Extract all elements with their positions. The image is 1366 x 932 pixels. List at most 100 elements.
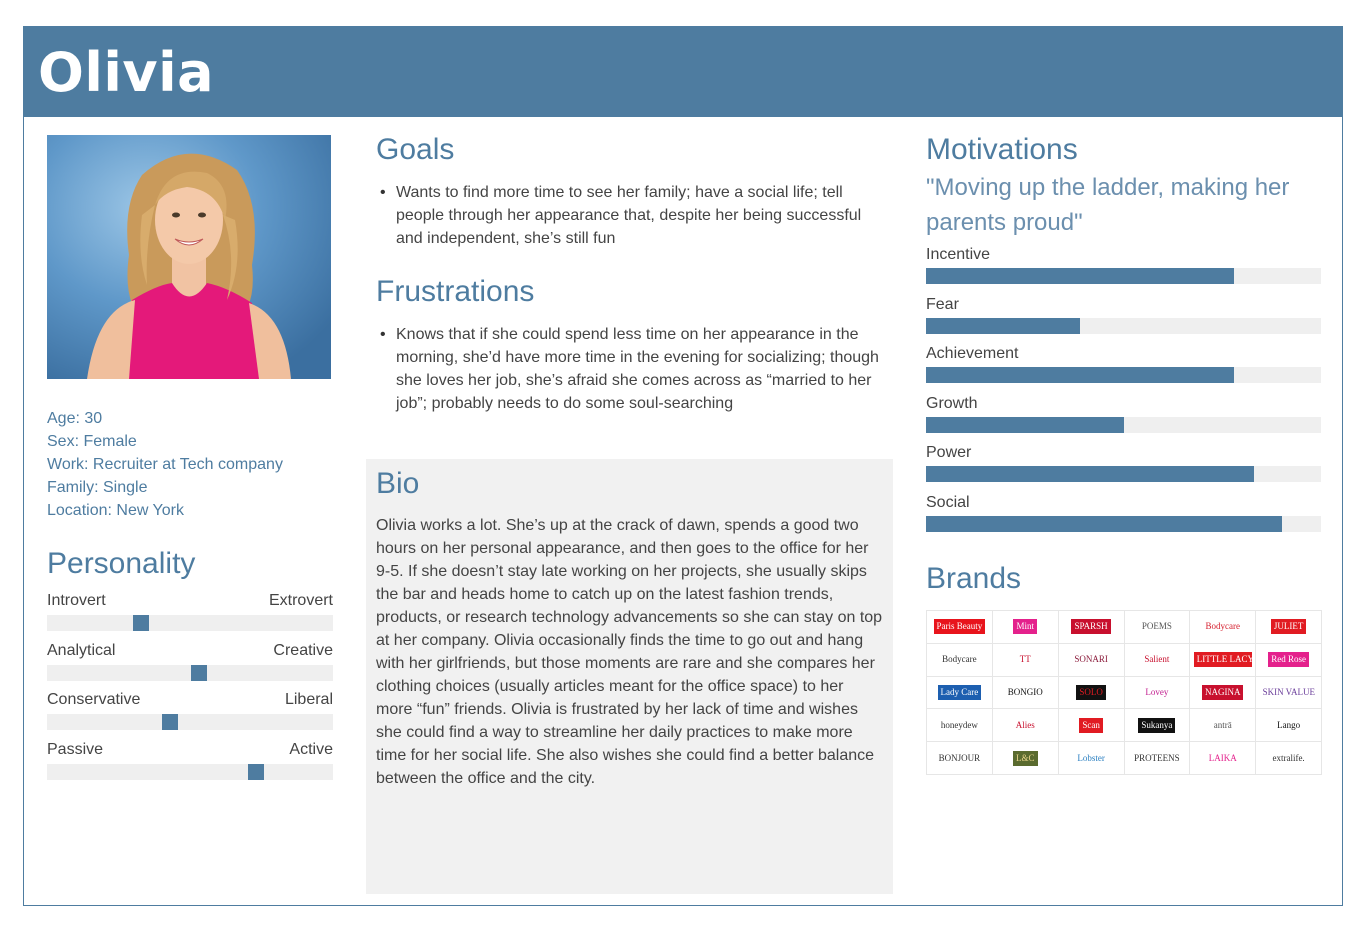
fact-sex: Sex: Female bbox=[47, 433, 137, 450]
brand-logo: Salient bbox=[1124, 643, 1191, 677]
brand-logo: Lovey bbox=[1124, 676, 1191, 710]
trait-marker bbox=[248, 764, 264, 780]
brand-logo: Lady Care bbox=[927, 676, 993, 710]
trait-left-label: Analytical bbox=[47, 642, 116, 659]
personality-title: Personality bbox=[47, 547, 196, 580]
trait-track bbox=[47, 665, 333, 681]
brand-logo-text: SOLO bbox=[1076, 684, 1106, 700]
fact-location: Location: New York bbox=[47, 502, 184, 519]
persona-name: Olivia bbox=[38, 41, 215, 104]
brand-logo: SKIN VALUE bbox=[1256, 676, 1322, 710]
persona-card: Olivia Age: 30 Sex: Female Work: Recruit… bbox=[23, 26, 1343, 906]
brand-logo: antrā bbox=[1190, 709, 1257, 743]
brand-logo: Scan bbox=[1058, 709, 1125, 743]
motivation-label: Growth bbox=[926, 395, 978, 412]
trait-track bbox=[47, 615, 333, 631]
brand-logo-text: Alies bbox=[1012, 717, 1038, 733]
brand-logo: PROTEENS bbox=[1124, 742, 1191, 775]
goals-list: Wants to find more time to see her famil… bbox=[376, 181, 886, 250]
brand-logo: SPARSH bbox=[1058, 611, 1125, 644]
brand-logo: Lango bbox=[1256, 709, 1322, 743]
motivation-incentive: Incentive bbox=[926, 246, 1321, 292]
brand-logo: SONARI bbox=[1058, 643, 1125, 677]
brand-logo-text: honeydew bbox=[937, 717, 981, 733]
fact-family: Family: Single bbox=[47, 479, 148, 496]
brand-logo-text: SPARSH bbox=[1071, 619, 1111, 635]
motivation-label: Incentive bbox=[926, 246, 991, 263]
motivation-bar bbox=[926, 466, 1254, 482]
brand-logo-text: SKIN VALUE bbox=[1259, 684, 1318, 700]
trait-track bbox=[47, 764, 333, 780]
brand-logo: LITTLE LACY bbox=[1190, 643, 1257, 677]
brand-logo-text: extralife. bbox=[1269, 750, 1308, 766]
brand-logo: Paris Beauty bbox=[927, 611, 993, 644]
motivation-bar bbox=[926, 268, 1234, 284]
trait-marker bbox=[133, 615, 149, 631]
brand-logo-text: Scan bbox=[1079, 717, 1103, 733]
motivation-label: Power bbox=[926, 444, 972, 461]
brand-logo: Bodycare bbox=[1190, 611, 1257, 644]
brand-logo: TT bbox=[992, 643, 1059, 677]
brand-logo: Bodycare bbox=[927, 643, 993, 677]
trait-right-label: Extrovert bbox=[268, 592, 333, 609]
persona-photo bbox=[47, 135, 331, 379]
brand-logo-text: antrā bbox=[1210, 717, 1235, 733]
motivation-fear: Fear bbox=[926, 296, 1321, 342]
trait-passive-active: Passive Active bbox=[47, 741, 333, 785]
trait-track bbox=[47, 714, 333, 730]
brand-logo-text: LAIKA bbox=[1205, 750, 1240, 766]
brands-title: Brands bbox=[926, 562, 1022, 595]
portrait-image bbox=[47, 135, 331, 379]
brand-logo-text: LITTLE LACY bbox=[1193, 652, 1252, 668]
brands-grid: Paris Beauty Mint SPARSH POEMS Bodycare JULIE… bbox=[926, 610, 1322, 775]
motivation-bar bbox=[926, 417, 1124, 433]
brand-logo-text: Lady Care bbox=[937, 684, 982, 700]
brand-logo-text: NAGINA bbox=[1201, 684, 1244, 700]
brand-logo: extralife. bbox=[1256, 742, 1322, 775]
brand-logo: LAIKA bbox=[1190, 742, 1257, 775]
brand-logo-text: TT bbox=[1016, 652, 1034, 668]
motivation-achievement: Achievement bbox=[926, 345, 1321, 391]
brand-logo: BONJOUR bbox=[927, 742, 993, 775]
trait-left-label: Conservative bbox=[47, 691, 141, 708]
motivation-bar bbox=[926, 367, 1234, 383]
brand-logo-text: Red Rose bbox=[1268, 652, 1309, 668]
brand-logo: Lobster bbox=[1058, 742, 1125, 775]
brand-logo: Alies bbox=[992, 709, 1059, 743]
motivation-power: Power bbox=[926, 444, 1321, 490]
brand-logo-text: Paris Beauty bbox=[933, 619, 986, 635]
persona-facts: Age: 30 Sex: Female Work: Recruiter at T… bbox=[47, 407, 337, 522]
motivation-quote: "Moving up the ladder, making her parent… bbox=[926, 174, 1290, 236]
brand-logo-text: POEMS bbox=[1138, 619, 1175, 635]
frustrations-title: Frustrations bbox=[376, 275, 535, 308]
brand-logo-text: BONGIO bbox=[1004, 684, 1046, 700]
brand-logo: Mint bbox=[992, 611, 1059, 644]
motivation-bar bbox=[926, 318, 1080, 334]
brand-logo-text: L&C bbox=[1012, 750, 1038, 766]
trait-right-label: Liberal bbox=[284, 691, 333, 708]
brand-logo-text: PROTEENS bbox=[1131, 750, 1183, 766]
brand-logo: L&C bbox=[992, 742, 1059, 775]
bio-panel: Bio Olivia works a lot. She’s up at the … bbox=[366, 459, 893, 894]
goals-title: Goals bbox=[376, 133, 455, 166]
frustrations-list: Knows that if she could spend less time … bbox=[376, 323, 886, 415]
trait-right-label: Creative bbox=[273, 642, 333, 659]
brand-logo-text: Bodycare bbox=[939, 652, 980, 668]
brand-logo: BONGIO bbox=[992, 676, 1059, 710]
brand-logo: POEMS bbox=[1124, 611, 1191, 644]
bio-title: Bio bbox=[376, 467, 420, 500]
brand-logo-text: Salient bbox=[1141, 652, 1173, 668]
motivation-bar bbox=[926, 516, 1282, 532]
bio-text: Olivia works a lot. She’s up at the crac… bbox=[376, 517, 883, 787]
brand-logo: NAGINA bbox=[1190, 676, 1257, 710]
brand-logo: Red Rose bbox=[1256, 643, 1322, 677]
brand-logo-text: Bodycare bbox=[1202, 619, 1243, 635]
frustrations-item: Knows that if she could spend less time … bbox=[376, 323, 886, 415]
brand-logo-text: JULIET bbox=[1270, 619, 1307, 635]
brand-logo: honeydew bbox=[927, 709, 993, 743]
trait-conservative-liberal: Conservative Liberal bbox=[47, 691, 333, 735]
trait-analytical-creative: Analytical Creative bbox=[47, 642, 333, 686]
trait-right-label: Active bbox=[289, 741, 333, 758]
motivation-label: Social bbox=[926, 494, 970, 511]
motivations-title: Motivations bbox=[926, 133, 1078, 166]
